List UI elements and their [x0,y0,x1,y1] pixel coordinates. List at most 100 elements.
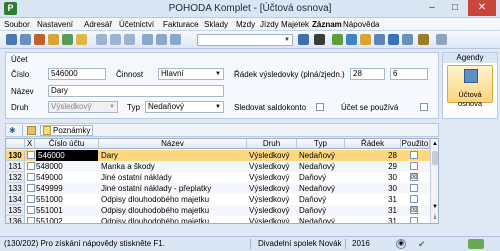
pouzito-checkbox[interactable]: ☒ [410,173,418,181]
menu-sklady[interactable]: Sklady [204,18,228,31]
wizard-icon[interactable] [76,34,87,45]
table-row[interactable]: 133 549999 Jiné ostatní náklady - přeplatk… [6,183,430,194]
header-typ[interactable]: Typ [297,139,345,149]
pouzito-checkbox[interactable] [410,184,418,192]
row-x-checkbox[interactable] [27,162,35,170]
close-button[interactable]: ✕ [468,0,496,16]
row-x-checkbox[interactable] [27,195,35,203]
header-radek[interactable]: Řádek [345,139,401,149]
cell-radek: 31 [388,195,397,204]
menu-fakturace[interactable]: Fakturace [163,18,199,31]
save-icon[interactable] [20,34,31,45]
row-number: 134 [6,194,25,205]
scroll-down-icon[interactable]: ▼ [431,203,438,211]
typ-select[interactable]: Nedaňový ▼ [145,101,224,113]
money-icon[interactable] [332,34,343,45]
cell-druh: Výsledkový [249,195,290,204]
bank-icon[interactable] [346,34,357,45]
cell-nazev: Odpisy dlouhodobého majetku [101,217,210,224]
export-icon[interactable] [402,34,413,45]
pouzito-checkbox[interactable] [410,162,418,170]
radek-zjedn-field[interactable]: 6 [390,68,428,80]
chevron-down-icon[interactable]: ▼ [283,36,291,44]
chevron-down-icon: ▼ [215,71,221,77]
table-row[interactable]: 135 551001 Odpisy dlouhodobého majetku Výsl… [6,205,430,216]
header-pouzito[interactable]: Použito [401,139,430,149]
table-row[interactable]: 132 549000 Jiné ostatní náklady Výsledkový D… [6,172,430,183]
scroll-up-icon[interactable]: ▲ [431,140,438,148]
sort-icon[interactable] [170,34,181,45]
document-icon[interactable] [374,34,385,45]
scroll-thumb[interactable] [432,151,438,165]
quick-search-combo[interactable]: ▼ [197,34,293,46]
row-x-checkbox[interactable] [27,217,35,223]
cell-nazev: Jiné ostatní náklady [101,173,172,182]
search-icon[interactable] [156,34,167,45]
tab-poznamky[interactable]: Poznámky [40,125,94,136]
print-icon[interactable] [34,34,45,45]
row-number: 133 [6,183,25,194]
refresh-icon[interactable] [62,34,73,45]
druh-select[interactable]: Výsledkový ▼ [48,101,118,113]
menu-jizdy[interactable]: Jízdy [260,18,279,31]
copy-icon[interactable] [48,34,59,45]
radek-plna-field[interactable]: 28 [350,68,385,80]
menu-nastaveni[interactable]: Nastavení [37,18,73,31]
table-row[interactable]: 134 551000 Odpisy dlouhodobého majetku Výsl… [6,194,430,205]
menu-mzdy[interactable]: Mzdy [236,18,255,31]
camera-icon[interactable] [314,34,325,45]
next-record-icon[interactable] [124,34,135,45]
pouzito-checkbox[interactable] [410,151,418,159]
ucetni-osnova-button[interactable]: Účtová osnova [447,65,493,108]
nazev-field[interactable]: Dary [48,85,224,97]
asterisk-icon[interactable]: ✱ [9,125,16,136]
header-druh[interactable]: Druh [247,139,297,149]
menu-ucetnictvi[interactable]: Účetnictví [119,18,154,31]
pouzito-checkbox[interactable] [410,217,418,223]
pouzito-checkbox[interactable] [410,195,418,203]
previous-record-icon[interactable] [110,34,121,45]
sync-icon[interactable]: ◉ [396,239,406,249]
cell-cislo: 551000 [36,195,63,204]
calculator-icon[interactable] [388,34,399,45]
table-row[interactable]: 136 551002 Odpisy dlouhodobého majetku Výsl… [6,216,430,224]
maximize-button[interactable]: □ [444,0,466,16]
row-x-checkbox[interactable] [27,206,35,214]
table-row[interactable]: 130 546000 Dary Výsledkový Nedaňový 28 [6,150,430,161]
menu-majetek[interactable]: Majetek [281,18,309,31]
new-record-icon[interactable] [6,34,17,45]
grid-scrollbar[interactable]: ▲ ▼ ⤓ [430,139,438,223]
menu-soubor[interactable]: Soubor [4,18,30,31]
menu-napoveda[interactable]: Nápověda [343,18,379,31]
cislo-field[interactable]: 546000 [48,68,106,80]
header-cislo[interactable]: Číslo účtu [35,139,99,149]
cell-druh: Výsledkový [249,162,290,171]
attachment-icon[interactable] [418,34,429,45]
saldokonto-checkbox[interactable] [316,103,324,111]
minimize-button[interactable]: – [421,0,443,16]
radek-label: Řádek výsledovky (plná/zjedn.) [234,70,345,79]
row-x-checkbox[interactable] [27,151,35,159]
cinnost-select[interactable]: Hlavní ▼ [158,68,224,80]
filter-icon[interactable] [142,34,153,45]
header-x[interactable]: X [25,139,35,149]
row-x-checkbox[interactable] [27,184,35,192]
scroll-end-icon[interactable]: ⤓ [431,213,438,221]
menu-adresar[interactable]: Adresář [84,18,112,31]
pouziva-checkbox[interactable] [420,103,428,111]
table-row[interactable]: 131 548000 Manka a škody Výsledkový Nedaňový… [6,161,430,172]
invoice-icon[interactable] [360,34,371,45]
row-x-checkbox[interactable] [27,173,35,181]
cell-typ: Daňový [299,173,327,182]
account-form: Účet Číslo 546000 Činnost Hlavní ▼ Řádek… [5,52,439,119]
tab-dropdown-icon[interactable] [27,126,36,135]
header-nazev[interactable]: Název [99,139,247,149]
binoculars-icon[interactable] [298,34,309,45]
accounts-grid: X Číslo účtu Název Druh Typ Řádek Použit… [5,138,439,224]
settings-icon[interactable] [436,34,447,45]
cell-nazev: Dary [101,151,118,160]
pouzito-checkbox[interactable]: ☒ [410,206,418,214]
menu-zaznam[interactable]: Záznam [312,18,342,31]
first-record-icon[interactable] [96,34,107,45]
cinnost-label: Činnost [116,70,144,79]
